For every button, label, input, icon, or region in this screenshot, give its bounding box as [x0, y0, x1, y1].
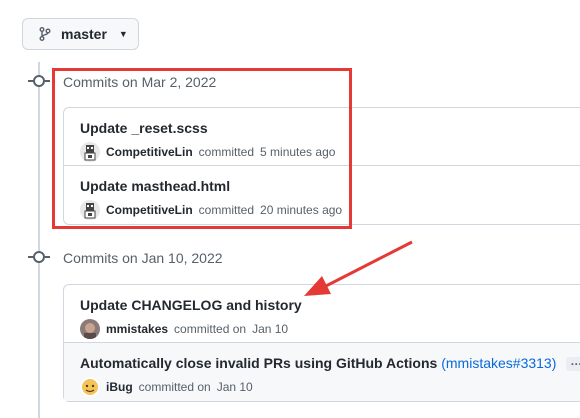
annotation-arrow-icon: [304, 240, 413, 296]
